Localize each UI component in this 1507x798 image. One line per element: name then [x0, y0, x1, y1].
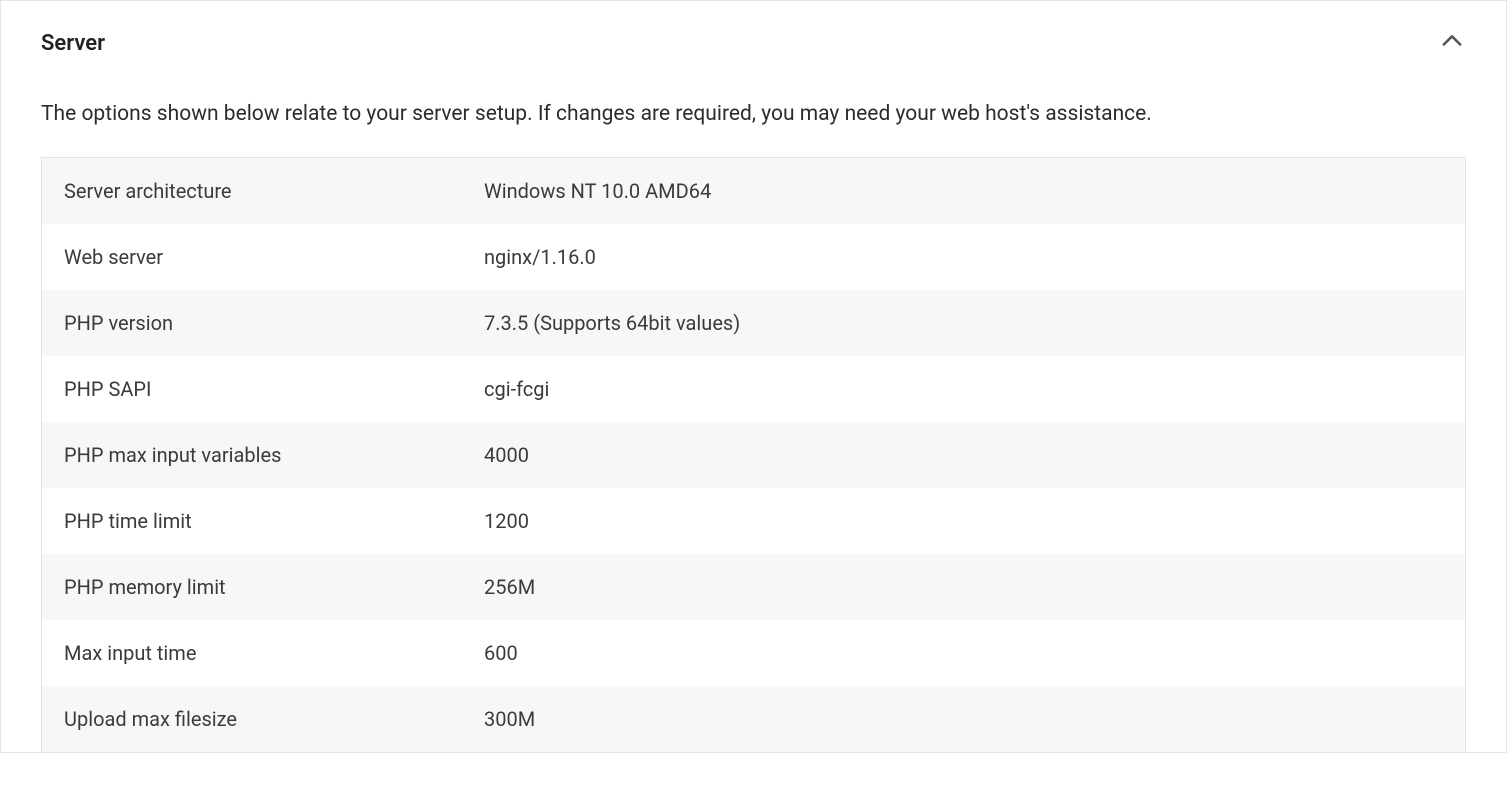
row-label: PHP time limit	[64, 509, 484, 533]
table-row: Upload max filesize 300M	[42, 686, 1465, 752]
row-value: Windows NT 10.0 AMD64	[484, 179, 711, 203]
row-value: 300M	[484, 707, 535, 731]
row-value: 600	[484, 641, 518, 665]
row-value: nginx/1.16.0	[484, 245, 596, 269]
row-value: 4000	[484, 443, 529, 467]
panel-description: The options shown below relate to your s…	[1, 69, 1506, 157]
table-row: Max input time 600	[42, 620, 1465, 686]
server-panel: Server The options shown below relate to…	[0, 0, 1507, 753]
panel-header[interactable]: Server	[1, 1, 1506, 69]
table-row: PHP time limit 1200	[42, 488, 1465, 554]
row-label: PHP version	[64, 311, 484, 335]
table-row: PHP SAPI cgi-fcgi	[42, 356, 1465, 422]
row-label: Server architecture	[64, 179, 484, 203]
row-label: Max input time	[64, 641, 484, 665]
row-label: Upload max filesize	[64, 707, 484, 731]
row-value: 1200	[484, 509, 529, 533]
row-value: 256M	[484, 575, 535, 599]
table-row: PHP max input variables 4000	[42, 422, 1465, 488]
table-row: PHP version 7.3.5 (Supports 64bit values…	[42, 290, 1465, 356]
panel-title: Server	[41, 31, 105, 56]
row-label: PHP memory limit	[64, 575, 484, 599]
server-info-table: Server architecture Windows NT 10.0 AMD6…	[41, 157, 1466, 752]
row-value: 7.3.5 (Supports 64bit values)	[484, 311, 740, 335]
table-row: Server architecture Windows NT 10.0 AMD6…	[42, 158, 1465, 224]
table-row: PHP memory limit 256M	[42, 554, 1465, 620]
row-label: Web server	[64, 245, 484, 269]
chevron-up-icon[interactable]	[1438, 27, 1466, 59]
row-label: PHP SAPI	[64, 377, 484, 401]
table-row: Web server nginx/1.16.0	[42, 224, 1465, 290]
row-value: cgi-fcgi	[484, 377, 549, 401]
row-label: PHP max input variables	[64, 443, 484, 467]
